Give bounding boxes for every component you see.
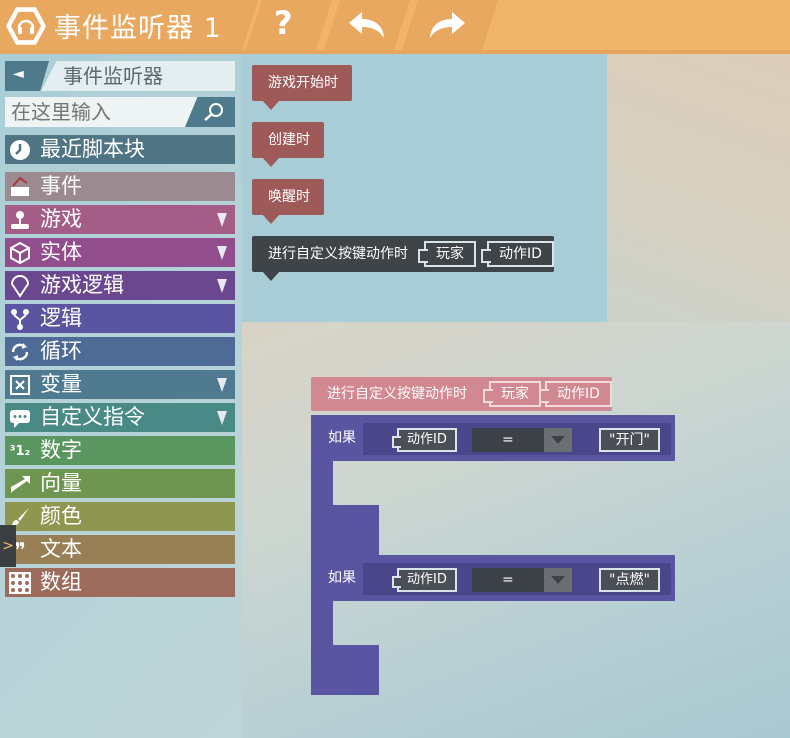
chevron-down-icon <box>544 568 572 592</box>
param-action-id[interactable]: 动作ID <box>481 241 554 267</box>
if-block-1[interactable]: 如果 动作ID = "开门" <box>311 415 675 461</box>
category-logic[interactable]: 逻辑 <box>5 304 235 333</box>
redo-button[interactable] <box>428 10 468 40</box>
compare-operator-select[interactable]: = <box>472 568 572 592</box>
loop-icon <box>7 339 33 365</box>
undo-button[interactable] <box>346 10 386 40</box>
category-label: 最近脚本块 <box>40 137 145 161</box>
redo-arrow-icon <box>430 12 465 38</box>
block-label: 唤醒时 <box>268 189 310 205</box>
expand-arrow-icon[interactable] <box>217 279 227 293</box>
if-block-footer <box>311 645 379 695</box>
grid-icon <box>7 570 33 596</box>
event-block-custom-key[interactable]: 进行自定义按键动作时 玩家 动作ID <box>252 236 554 281</box>
category-label: 数组 <box>40 570 82 594</box>
category-label: 变量 <box>40 372 82 396</box>
branch-icon <box>7 306 33 332</box>
help-button[interactable]: ? <box>274 4 293 42</box>
category-label: 颜色 <box>40 504 82 528</box>
category-array[interactable]: 数组 <box>5 568 235 597</box>
toolbar-strip <box>0 50 790 54</box>
var-action-id[interactable]: 动作ID <box>392 568 457 592</box>
workspace-event-block[interactable]: 进行自定义按键动作时 玩家 动作ID <box>311 377 612 411</box>
category-game-logic[interactable]: 游戏逻辑 <box>5 271 235 300</box>
search-icon <box>204 103 223 121</box>
category-color[interactable]: 颜色 <box>5 502 235 531</box>
expand-arrow-icon[interactable] <box>217 213 227 227</box>
number-icon: ³1₂ <box>9 443 31 459</box>
category-loop[interactable]: 循环 <box>5 337 235 366</box>
compare-operator-select[interactable]: = <box>472 428 572 452</box>
operator-label: = <box>502 572 514 588</box>
event-block-game-start[interactable]: 游戏开始时 <box>252 65 352 110</box>
param-action-id[interactable]: 动作ID <box>539 381 612 407</box>
category-label: 游戏逻辑 <box>40 273 124 297</box>
logic-pin-icon <box>7 273 33 299</box>
workspace-background <box>607 54 790 322</box>
condition-slot[interactable]: 动作ID = "点燃" <box>363 563 671 595</box>
category-entity[interactable]: 实体 <box>5 238 235 267</box>
category-custom-command[interactable]: 自定义指令 <box>5 403 235 432</box>
history-icon <box>7 137 33 163</box>
category-text[interactable]: ❞ 文本 <box>5 535 235 564</box>
category-label: 逻辑 <box>40 306 82 330</box>
back-arrow-icon: ◄ <box>13 66 24 82</box>
string-value[interactable]: "点燃" <box>599 568 660 592</box>
block-label: 进行自定义按键动作时 <box>268 246 408 262</box>
search-row <box>5 97 235 127</box>
search-input[interactable] <box>5 97 201 127</box>
event-icon <box>7 174 33 200</box>
category-label: 循环 <box>40 339 82 363</box>
category-label: 实体 <box>40 240 82 264</box>
category-event[interactable]: 事件 <box>5 172 235 201</box>
back-button[interactable]: ◄ <box>5 61 49 91</box>
if-block-footer <box>311 505 379 555</box>
if-block-2[interactable]: 如果 动作ID = "点燃" <box>311 555 675 601</box>
expand-arrow-icon[interactable] <box>217 246 227 260</box>
category-label: 自定义指令 <box>40 405 145 429</box>
chevron-down-icon <box>544 428 572 452</box>
vector-icon <box>7 471 33 497</box>
condition-slot[interactable]: 动作ID = "开门" <box>363 423 671 455</box>
block-label: 进行自定义按键动作时 <box>327 386 467 402</box>
category-label: 向量 <box>40 471 82 495</box>
category-game[interactable]: 游戏 <box>5 205 235 234</box>
category-number[interactable]: ³1₂ 数字 <box>5 436 235 465</box>
category-label: 游戏 <box>40 207 82 231</box>
category-recent[interactable]: 最近脚本块 <box>5 135 235 164</box>
block-label: 游戏开始时 <box>268 75 338 91</box>
if-label: 如果 <box>328 430 356 446</box>
variable-icon <box>7 372 33 398</box>
category-vector[interactable]: 向量 <box>5 469 235 498</box>
palette-title: 事件监听器 <box>41 61 235 91</box>
operator-label: = <box>502 432 514 448</box>
block-label: 创建时 <box>268 132 310 148</box>
expand-arrow-icon[interactable] <box>217 378 227 392</box>
param-player[interactable]: 玩家 <box>418 241 476 267</box>
if-label: 如果 <box>328 570 356 586</box>
category-label: 数字 <box>40 438 82 462</box>
chat-icon <box>7 405 33 431</box>
back-row: ◄ 事件监听器 <box>5 61 235 91</box>
panel-toggle-handle[interactable]: > <box>0 525 16 567</box>
category-variable[interactable]: 变量 <box>5 370 235 399</box>
cube-icon <box>7 240 33 266</box>
string-value[interactable]: "开门" <box>599 428 660 452</box>
event-block-on-wake[interactable]: 唤醒时 <box>252 179 324 224</box>
joystick-icon <box>7 207 33 233</box>
var-action-id[interactable]: 动作ID <box>392 428 457 452</box>
param-player[interactable]: 玩家 <box>483 381 541 407</box>
undo-arrow-icon <box>349 12 384 38</box>
category-label: 事件 <box>40 174 82 198</box>
page-title: 事件监听器 1 <box>54 13 222 44</box>
category-label: 文本 <box>40 537 82 561</box>
event-block-on-create[interactable]: 创建时 <box>252 122 324 167</box>
top-toolbar: 事件监听器 1 ? <box>0 0 790 54</box>
expand-arrow-icon[interactable] <box>217 411 227 425</box>
